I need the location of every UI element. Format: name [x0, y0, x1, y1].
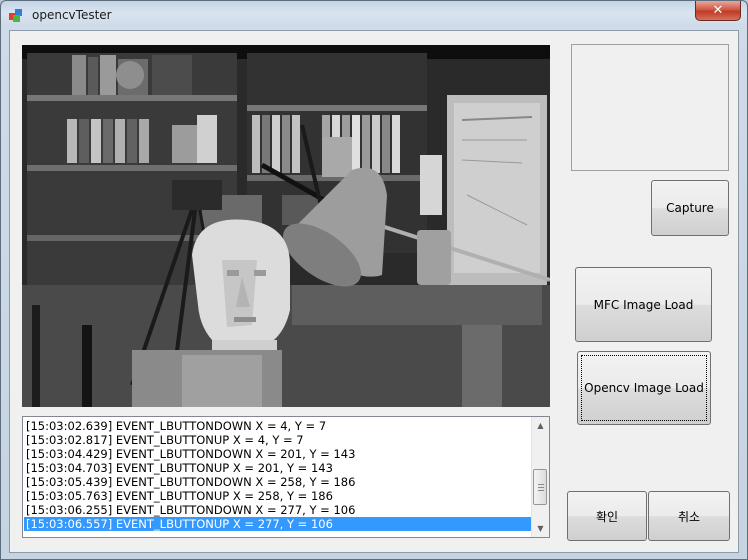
preview-box [571, 44, 729, 171]
close-button[interactable]: ✕ [695, 1, 741, 21]
image-view[interactable] [22, 45, 550, 407]
event-log-listbox[interactable]: [15:03:02.639] EVENT_LBUTTONDOWN X = 4, … [22, 416, 550, 538]
grip-line [538, 484, 544, 485]
grip-line [538, 487, 544, 488]
cancel-button[interactable]: 취소 [648, 491, 730, 541]
log-entry[interactable]: [15:03:05.439] EVENT_LBUTTONDOWN X = 258… [24, 475, 533, 489]
log-entry[interactable]: [15:03:06.255] EVENT_LBUTTONDOWN X = 277… [24, 503, 533, 517]
log-entry[interactable]: [15:03:02.639] EVENT_LBUTTONDOWN X = 4, … [24, 419, 533, 433]
log-entry[interactable]: [15:03:04.429] EVENT_LBUTTONDOWN X = 201… [24, 447, 533, 461]
app-window: opencvTester ✕ Capture MFC Image Load Op… [0, 0, 748, 560]
log-entry[interactable]: [15:03:05.763] EVENT_LBUTTONUP X = 258, … [24, 489, 533, 503]
capture-button-label: Capture [666, 201, 714, 215]
scroll-up-arrow-icon[interactable]: ▲ [532, 417, 549, 434]
capture-button[interactable]: Capture [651, 180, 729, 236]
log-entry[interactable]: [15:03:02.817] EVENT_LBUTTONUP X = 4, Y … [24, 433, 533, 447]
lab-scene-photo [22, 45, 550, 407]
log-vertical-scrollbar[interactable]: ▲ ▼ [531, 417, 549, 537]
title-bar[interactable]: opencvTester ✕ [1, 1, 747, 29]
focus-ring [581, 355, 707, 421]
app-icon [9, 9, 22, 22]
log-entry-selected[interactable]: [15:03:06.557] EVENT_LBUTTONUP X = 277, … [24, 517, 533, 531]
event-log-list: [15:03:02.639] EVENT_LBUTTONDOWN X = 4, … [24, 419, 533, 531]
ok-button[interactable]: 확인 [567, 491, 647, 541]
scroll-thumb[interactable] [533, 469, 547, 505]
ok-button-label: 확인 [595, 509, 619, 524]
cancel-button-label: 취소 [677, 509, 701, 524]
grip-line [538, 490, 544, 491]
log-entry[interactable]: [15:03:04.703] EVENT_LBUTTONUP X = 201, … [24, 461, 533, 475]
opencv-image-load-button[interactable]: Opencv Image Load [577, 351, 711, 425]
mfc-image-load-label: MFC Image Load [593, 297, 694, 312]
dialog-client-area: Capture MFC Image Load Opencv Image Load… [9, 30, 739, 553]
close-icon: ✕ [712, 3, 724, 18]
scroll-down-arrow-icon[interactable]: ▼ [532, 520, 549, 537]
window-title: opencvTester [32, 8, 112, 22]
mfc-image-load-button[interactable]: MFC Image Load [575, 267, 712, 342]
